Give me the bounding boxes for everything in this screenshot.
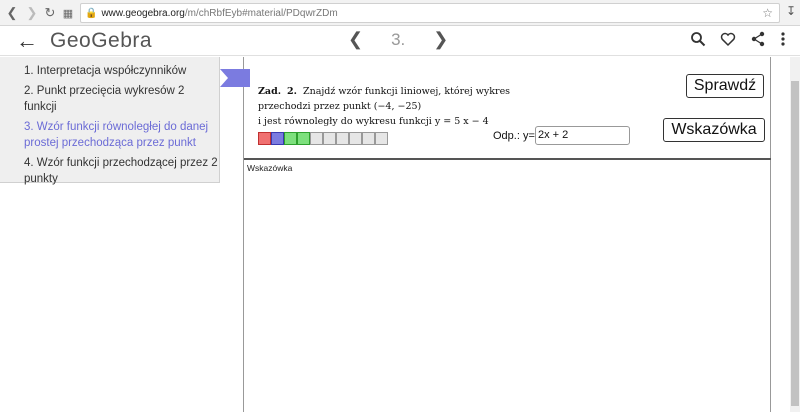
panel-divider <box>244 158 771 160</box>
header-actions <box>690 31 786 47</box>
sidebar-item-3[interactable]: 3. Wzór funkcji równoległej do danej pro… <box>24 119 219 151</box>
browser-toolbar: ❮ ❯ ↻ ▦ 🔒 www.geogebra.org/m/chRbfEyb#ma… <box>0 0 800 26</box>
page-pager: ❮ 3. ❯ <box>348 29 448 50</box>
url-path: /m/chRbfEyb#material/PDqwrZDm <box>184 7 338 19</box>
app-header: ← GeoGebra ❮ 3. ❯ <box>0 26 800 56</box>
sidebar-item-4[interactable]: 4. Wzór funkcji przechodzącej przez 2 pu… <box>24 155 219 187</box>
progress-cell <box>258 132 271 145</box>
share-icon[interactable] <box>750 31 766 47</box>
geogebra-applet: Zad. 2. Znajdź wzór funkcji liniowej, któr… <box>220 57 771 412</box>
answer-input[interactable]: 2x + 2 <box>535 126 630 145</box>
progress-cell <box>349 132 362 145</box>
progress-cell <box>284 132 297 145</box>
bookmark-star-icon[interactable]: ☆ <box>762 6 773 20</box>
address-bar[interactable]: 🔒 www.geogebra.org/m/chRbfEyb#material/P… <box>80 3 780 23</box>
geogebra-logo[interactable]: GeoGebra <box>50 29 152 53</box>
progress-cell <box>336 132 349 145</box>
heart-icon[interactable] <box>720 31 736 47</box>
page-number: 3. <box>391 29 406 49</box>
download-icon[interactable]: ↧ <box>786 4 796 18</box>
sidebar-item-1[interactable]: 1. Interpretacja współczynników <box>24 63 219 79</box>
back-arrow-icon[interactable]: ← <box>16 28 38 54</box>
check-button[interactable]: Sprawdź <box>686 74 764 98</box>
progress-cell <box>362 132 375 145</box>
next-page-icon[interactable]: ❯ <box>433 29 448 50</box>
scrollbar-thumb[interactable] <box>791 81 799 406</box>
task-prefix: Zad. <box>258 86 282 97</box>
hint-button[interactable]: Wskazówka <box>663 118 765 142</box>
task-heading: Zad. 2. Znajdź wzór funkcji liniowej, któr… <box>258 84 518 99</box>
progress-bar <box>258 132 388 145</box>
task-line-1: Znajdź wzór funkcji liniowej, której wyk… <box>302 86 511 97</box>
search-icon[interactable] <box>690 31 706 47</box>
progress-cell <box>297 132 310 145</box>
lock-icon: 🔒 <box>85 7 98 19</box>
task-text: Zad. 2. Znajdź wzór funkcji liniowej, któr… <box>258 84 518 129</box>
task-line-2: przechodzi przez punkt (−4, −25) <box>258 101 422 112</box>
apps-grid-icon[interactable]: ▦ <box>58 3 78 23</box>
back-arrow-icon[interactable]: ❮ <box>2 3 22 23</box>
url-host: www.geogebra.org <box>101 7 185 19</box>
progress-cell <box>375 132 388 145</box>
task-flag-icon <box>220 69 250 87</box>
task-line-3: i jest równoległy do wykresu funkcji y =… <box>258 116 489 127</box>
previous-page-icon[interactable]: ❮ <box>348 29 363 50</box>
forward-arrow-icon[interactable]: ❯ <box>22 3 42 23</box>
chapter-sidebar: 1. Interpretacja współczynników 2. Punkt… <box>0 57 220 185</box>
progress-cell <box>323 132 336 145</box>
sidebar-item-2[interactable]: 2. Punkt przecięcia wykresów 2 funkcji <box>24 83 219 115</box>
progress-cell <box>310 132 323 145</box>
task-number: 2. <box>287 86 297 97</box>
more-menu-icon[interactable] <box>780 31 786 47</box>
page-scrollbar[interactable] <box>790 57 800 412</box>
answer-label: Odp.: y= <box>493 130 535 142</box>
reload-icon[interactable]: ↻ <box>40 3 60 23</box>
progress-cell <box>271 132 284 145</box>
hint-panel-label: Wskazówka <box>247 163 293 173</box>
